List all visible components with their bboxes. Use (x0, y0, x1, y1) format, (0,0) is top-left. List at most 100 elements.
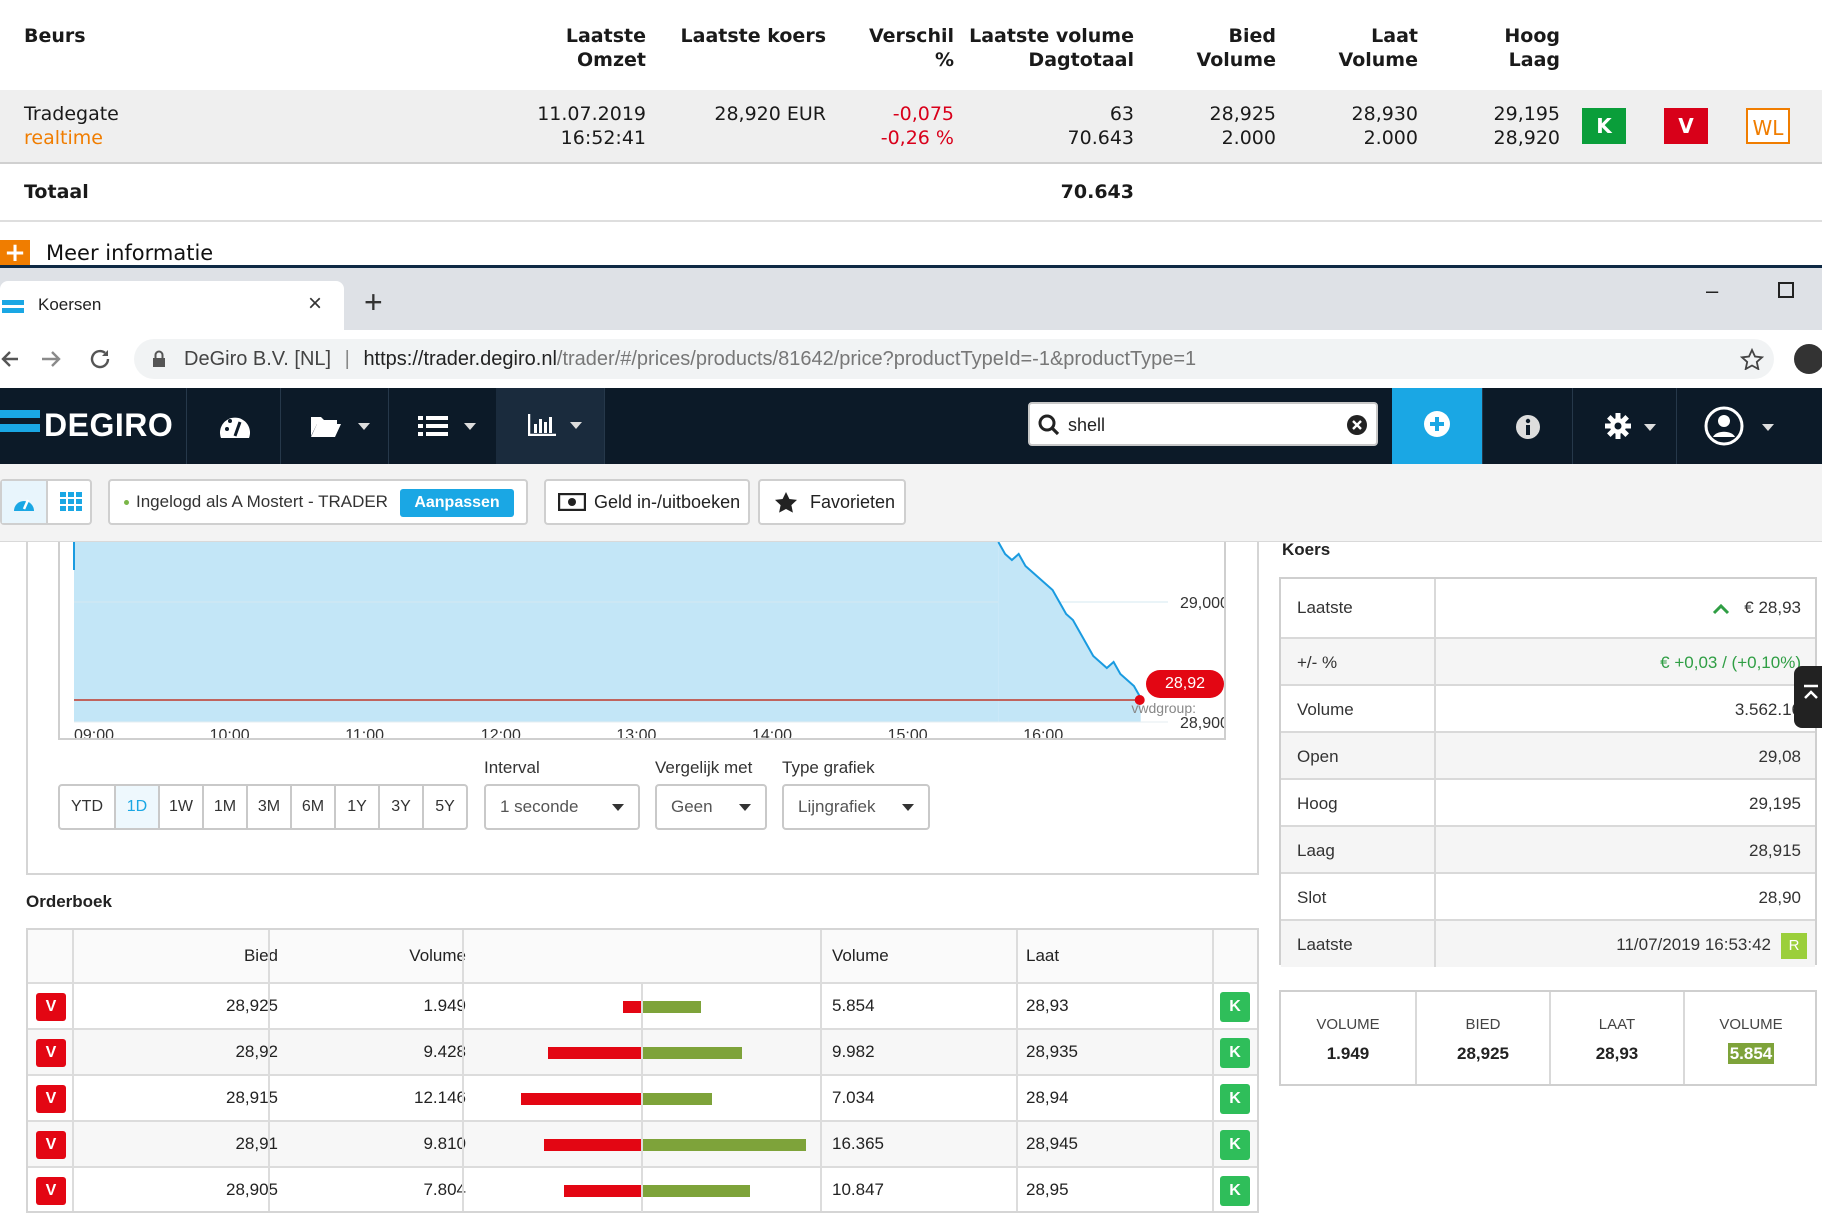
koers-title: Koers (1282, 540, 1331, 559)
chart-type-select[interactable]: Lijngrafiek (782, 784, 930, 830)
chart-type-value: Lijngrafiek (798, 797, 876, 816)
dashboard-gauge-icon[interactable] (218, 412, 252, 440)
x-tick-label: 09:00 (74, 727, 114, 738)
bid-volume-cell: 9.428 (423, 1042, 466, 1061)
reload-icon[interactable] (88, 347, 112, 371)
new-tab-button[interactable]: + (364, 284, 383, 320)
realtime-badge: R (1781, 932, 1807, 959)
period-button-5y[interactable]: 5Y (422, 786, 466, 828)
quote-value: 29,195 (1749, 794, 1801, 813)
minimize-icon[interactable]: – (1706, 278, 1718, 304)
price-chart[interactable]: 09:00 10:00 11:00 12:00 13:00 14:00 15:00 16:00… (58, 542, 1226, 740)
degiro-logo-icon (0, 410, 40, 442)
bookmark-star-icon[interactable] (1740, 348, 1764, 370)
back-arrow-icon[interactable] (0, 349, 18, 369)
ask-volume-cell: 9.982 (832, 1042, 875, 1061)
period-button-3m[interactable]: 3M (246, 786, 290, 828)
quote-value: 28,90 (1758, 888, 1801, 907)
cash-transfer-button[interactable]: Geld in-/uitboeken (544, 479, 750, 525)
buy-button[interactable]: K (1220, 1038, 1250, 1068)
new-order-button[interactable] (1392, 388, 1482, 464)
browser-tab[interactable]: Koersen × (0, 281, 344, 330)
period-button-3y[interactable]: 3Y (378, 786, 422, 828)
sell-button[interactable]: V (36, 1085, 66, 1113)
account-menu[interactable] (1704, 406, 1774, 451)
list-icon (418, 416, 448, 436)
summary-ask-volume-label: VOLUME (1719, 1016, 1783, 1033)
quote-value: 29,08 (1758, 747, 1801, 766)
sell-button[interactable]: V (36, 1131, 66, 1159)
sell-button[interactable]: V (36, 1177, 66, 1205)
close-tab-icon[interactable]: × (308, 291, 322, 317)
header-ask: Laat (1026, 946, 1060, 965)
search-box[interactable]: shell (1028, 402, 1378, 446)
quote-value: 28,915 (1749, 841, 1801, 860)
side-drawer-handle[interactable] (1794, 666, 1822, 728)
plus-circle-icon (1424, 411, 1450, 437)
folder-open-icon (311, 417, 341, 437)
chevron-down-icon (1644, 424, 1656, 431)
buy-button[interactable]: K (1220, 1176, 1250, 1206)
orders-menu[interactable] (418, 414, 477, 443)
chevron-down-icon (902, 804, 914, 811)
summary-ask-label: LAAT (1598, 1016, 1636, 1033)
more-info-link[interactable]: Meer informatie (46, 240, 213, 266)
clear-search-icon[interactable] (1346, 414, 1368, 436)
x-tick-label: 14:00 (752, 727, 792, 738)
buy-button[interactable]: K (1220, 1130, 1250, 1160)
forward-arrow-icon[interactable] (40, 349, 62, 369)
portfolio-menu[interactable] (310, 414, 371, 443)
quote-label: Open (1297, 747, 1339, 766)
buy-button[interactable]: K (1220, 1084, 1250, 1114)
interval-select[interactable]: 1 seconde (484, 784, 640, 830)
bid-price-cell: 28,91 (235, 1134, 278, 1153)
period-button-1y[interactable]: 1Y (334, 786, 378, 828)
x-tick-label: 15:00 (888, 727, 928, 738)
grid-icon[interactable] (60, 492, 82, 512)
compare-select[interactable]: Geen (655, 784, 767, 830)
site-label: DeGiro B.V. [NL] (184, 348, 332, 370)
quotes-menu[interactable] (496, 388, 604, 464)
summary-ask-value: 28,93 (1595, 1044, 1639, 1063)
bid-volume-cell: 7.804 (423, 1180, 466, 1199)
top-navigation: DEGIRO shell (0, 388, 1822, 464)
period-button-1w[interactable]: 1W (158, 786, 202, 828)
brand-logo[interactable]: DEGIRO (44, 406, 173, 444)
sell-button[interactable]: V (36, 993, 66, 1021)
search-input[interactable]: shell (1068, 414, 1105, 436)
sell-button[interactable]: V (36, 1039, 66, 1067)
profile-avatar[interactable] (1794, 344, 1822, 374)
adjust-button[interactable]: Aanpassen (400, 489, 514, 517)
period-button-1m[interactable]: 1M (202, 786, 246, 828)
url-separator: | (344, 348, 350, 370)
quote-row: Hoog 29,195 (1281, 778, 1815, 825)
url-host: https://trader.degiro.nl (363, 348, 557, 370)
buy-button[interactable]: K (1220, 992, 1250, 1022)
last-volume: 63 (1109, 103, 1134, 125)
header-ask-volume: Volume (832, 946, 889, 965)
favorites-label: Favorieten (810, 492, 896, 512)
ask-cell: 28,930 2.000 (1278, 102, 1418, 150)
bar-chart-icon (528, 414, 556, 436)
sell-button[interactable]: V (1664, 108, 1708, 144)
period-button-1d[interactable]: 1D (114, 786, 158, 828)
info-icon[interactable] (1515, 414, 1541, 440)
last-price: 28,920 EUR (714, 103, 826, 125)
quote-value-text: 11/07/2019 16:53:42 (1616, 935, 1771, 954)
chevron-down-icon (612, 804, 624, 811)
maximize-icon[interactable] (1778, 282, 1794, 298)
chart-view-button[interactable] (2, 481, 46, 523)
period-button-6m[interactable]: 6M (290, 786, 334, 828)
high-low-cell: 29,195 28,920 (1420, 102, 1560, 150)
quote-row: Open 29,08 (1281, 731, 1815, 778)
address-bar-row: DeGiro B.V. [NL] | https://trader.degiro… (0, 330, 1822, 388)
buy-button[interactable]: K (1582, 108, 1626, 144)
watchlist-button[interactable]: WL (1746, 108, 1790, 144)
period-button-ytd[interactable]: YTD (60, 786, 114, 828)
orderbook-title: Orderboek (26, 892, 112, 911)
orderbook-row: V 28,905 7.804 10.847 28,95 K (28, 1166, 1257, 1212)
url-bar[interactable]: DeGiro B.V. [NL] | https://trader.degiro… (134, 339, 1774, 379)
settings-menu[interactable] (1604, 412, 1656, 445)
expand-plus-icon[interactable]: + (0, 240, 30, 268)
favorites-button[interactable]: Favorieten (758, 479, 906, 525)
